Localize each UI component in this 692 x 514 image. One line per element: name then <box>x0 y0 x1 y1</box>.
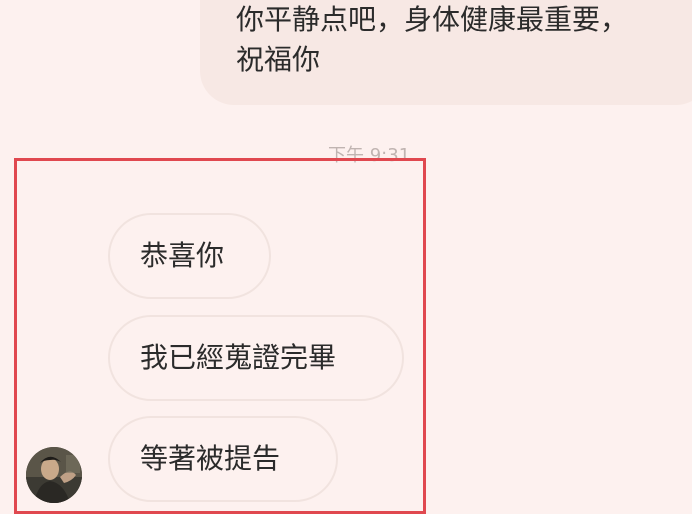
message-text-line: 你平静点吧，身体健康最重要， <box>236 3 629 36</box>
incoming-message-bubble[interactable]: 恭喜你 <box>108 213 271 299</box>
incoming-message-bubble[interactable]: 我已經蒐證完畢 <box>108 315 404 401</box>
message-text: 恭喜你 <box>140 239 225 272</box>
outgoing-message-bubble[interactable]: 你平静点吧，身体健康最重要， 祝福你 <box>200 0 692 105</box>
contact-avatar[interactable] <box>26 447 82 503</box>
message-text: 等著被提告 <box>140 442 281 475</box>
incoming-message-bubble[interactable]: 等著被提告 <box>108 416 338 502</box>
message-text: 我已經蒐證完畢 <box>140 341 337 374</box>
chat-view: 你平静点吧，身体健康最重要， 祝福你 下午 9:31 恭喜你 我已經蒐證完畢 等… <box>0 0 692 514</box>
avatar-photo-icon <box>26 447 82 503</box>
message-text-line: 祝福你 <box>236 43 321 76</box>
